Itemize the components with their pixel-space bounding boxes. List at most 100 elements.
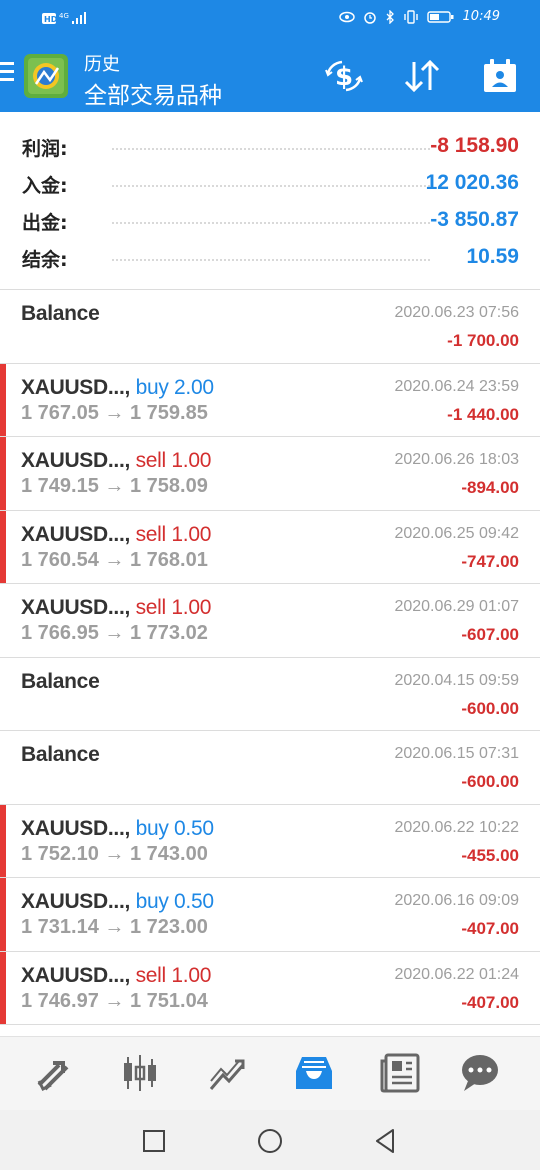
deal-profit: -407.00: [461, 992, 519, 1012]
candlestick-icon[interactable]: [118, 1051, 162, 1095]
dotted-leader: [112, 259, 430, 261]
metatrader-logo: [24, 54, 68, 98]
deal-symbol: XAUUSD..., sell 1.00: [21, 523, 211, 547]
summary-value: 12 020.36: [425, 171, 519, 194]
deal-profit: -747.00: [461, 551, 519, 571]
deal-prices: 1 760.54 → 1 768.01: [21, 548, 208, 571]
eye-icon: [338, 11, 355, 22]
loss-marker: [0, 951, 6, 1024]
deal-prices: 1 766.95 → 1 773.02: [21, 622, 208, 644]
status-right: 10:49: [338, 9, 500, 24]
symbol-filter[interactable]: 全部交易品种: [84, 76, 222, 110]
summary-row-deposit: 入金: 12 020.36: [0, 163, 540, 200]
recents-square-icon[interactable]: [139, 1126, 169, 1156]
deal-profit: -600.00: [461, 772, 519, 791]
deal-time: 2020.06.22 10:22: [394, 818, 519, 836]
summary-label: 结余:: [22, 249, 68, 271]
symbol-name: Balance: [21, 302, 100, 325]
symbol-name: XAUUSD...,: [21, 449, 131, 472]
loss-marker: [0, 437, 6, 510]
deal-row[interactable]: Balance 2020.06.15 07:31 -600.00: [0, 731, 540, 805]
deal-time: 2020.06.22 01:24: [394, 965, 519, 983]
dotted-leader: [112, 148, 430, 150]
deal-profit: -455.00: [461, 845, 519, 865]
deal-profit: -607.00: [461, 625, 519, 644]
deal-row[interactable]: XAUUSD..., sell 1.00 1 766.95 → 1 773.02 2…: [0, 584, 540, 658]
loss-marker: [0, 804, 6, 877]
deal-time: 2020.06.23 07:56: [394, 304, 519, 321]
deal-symbol: Balance: [21, 302, 100, 326]
svg-text:4G: 4G: [59, 12, 69, 20]
vibrate-icon: [403, 9, 418, 24]
system-navigation-bar: [0, 1110, 540, 1170]
deal-row[interactable]: XAUUSD..., sell 1.00 1 746.97 → 1 751.04 2…: [0, 951, 540, 1025]
symbol-name: Balance: [21, 669, 100, 693]
dollar-swap-icon[interactable]: $: [322, 56, 366, 96]
deal-time: 2020.04.15 09:59: [394, 671, 519, 689]
symbol-name: XAUUSD...,: [21, 890, 131, 913]
app-bar: 历史 全部交易品种 $: [0, 38, 540, 112]
inbox-tray-icon[interactable]: [292, 1051, 336, 1095]
dotted-leader: [112, 185, 430, 187]
deal-type: buy 2.00: [135, 375, 214, 399]
deal-row[interactable]: XAUUSD..., buy 2.00 1 767.05 → 1 759.85 20…: [0, 363, 540, 437]
deal-type: sell 1.00: [135, 596, 212, 619]
screen-title: 历史: [84, 54, 120, 75]
summary-row-withdrawal: 出金: -3 850.87: [0, 200, 540, 237]
deal-row[interactable]: Balance 2020.04.15 09:59 -600.00: [0, 658, 540, 731]
arrows-diagonal-icon[interactable]: [33, 1051, 77, 1095]
hamburger-icon-line: [0, 70, 14, 73]
bluetooth-icon: [386, 9, 394, 24]
deal-time: 2020.06.29 01:07: [394, 598, 519, 615]
summary-label: 利润:: [22, 138, 68, 160]
deal-prices: 1 731.14 → 1 723.00: [21, 916, 208, 938]
status-time: 10:49: [462, 9, 500, 24]
deal-type: buy 0.50: [135, 890, 214, 913]
newspaper-icon[interactable]: [378, 1051, 422, 1095]
loss-marker: [0, 878, 6, 951]
deal-symbol: Balance: [21, 743, 100, 767]
alarm-icon: [363, 11, 376, 24]
menu-button[interactable]: [0, 62, 20, 90]
deal-time: 2020.06.24 23:59: [394, 377, 519, 395]
deal-time: 2020.06.26 18:03: [394, 451, 519, 468]
deal-row[interactable]: XAUUSD..., buy 0.50 1 731.14 → 1 723.00 20…: [0, 878, 540, 952]
home-circle-icon[interactable]: [255, 1126, 285, 1156]
sort-icon[interactable]: [400, 56, 444, 96]
symbol-name: XAUUSD...,: [21, 816, 131, 840]
deal-row[interactable]: XAUUSD..., sell 1.00 1 760.54 → 1 768.01 2…: [0, 510, 540, 584]
summary-label: 入金:: [22, 175, 68, 197]
summary-row-profit: 利润: -8 158.90: [0, 126, 540, 163]
svg-text:$: $: [335, 62, 353, 92]
chat-bubble-icon[interactable]: [458, 1051, 502, 1095]
deal-row[interactable]: Balance 2020.06.23 07:56 -1 700.00: [0, 290, 540, 364]
summary-value: 10.59: [466, 245, 519, 268]
deal-prices: 1 749.15 → 1 758.09: [21, 475, 208, 497]
deal-type: buy 0.50: [135, 816, 214, 840]
deal-symbol: XAUUSD..., buy 2.00: [21, 376, 214, 400]
loss-marker: [0, 363, 6, 436]
trend-line-icon[interactable]: [205, 1051, 249, 1095]
bottom-tab-bar: [0, 1036, 540, 1110]
deal-row[interactable]: XAUUSD..., sell 1.00 1 749.15 → 1 758.09 2…: [0, 437, 540, 511]
svg-text:HD: HD: [44, 15, 58, 24]
hamburger-icon: [0, 62, 14, 65]
deal-symbol: XAUUSD..., buy 0.50: [21, 817, 214, 841]
symbol-name: XAUUSD...,: [21, 596, 131, 619]
deal-prices: 1 746.97 → 1 751.04: [21, 989, 208, 1012]
back-triangle-icon[interactable]: [370, 1126, 400, 1156]
deal-type: sell 1.00: [135, 963, 212, 987]
deal-profit: -407.00: [461, 919, 519, 938]
symbol-name: Balance: [21, 743, 100, 766]
deal-row[interactable]: XAUUSD..., buy 0.50 1 752.10 → 1 743.00 20…: [0, 804, 540, 878]
deals-list: Balance 2020.06.23 07:56 -1 700.00 XAUUSD..…: [0, 290, 540, 1025]
battery-icon: [426, 10, 454, 23]
app-header: HD 4G 10:49 历史 全部交易品种 $: [0, 0, 540, 112]
calendar-icon[interactable]: [478, 56, 522, 96]
deal-symbol: XAUUSD..., sell 1.00: [21, 596, 211, 620]
symbol-name: XAUUSD...,: [21, 375, 131, 399]
status-left: HD 4G: [42, 10, 90, 26]
deal-symbol: XAUUSD..., buy 0.50: [21, 890, 214, 914]
dotted-leader: [112, 222, 430, 224]
deal-time: 2020.06.25 09:42: [394, 524, 519, 542]
